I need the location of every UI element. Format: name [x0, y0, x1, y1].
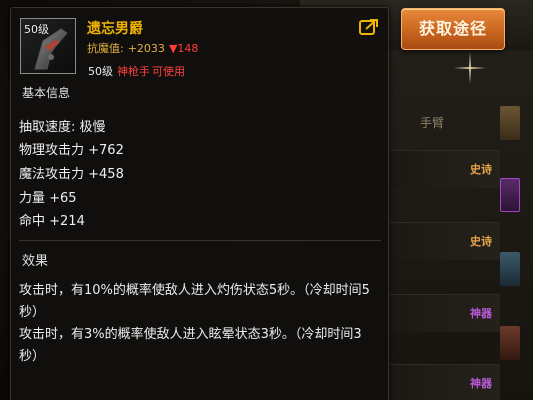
- item-thumbnail[interactable]: [500, 252, 520, 286]
- weapon-icon: 50级: [20, 18, 76, 74]
- sparkle-icon: [452, 50, 488, 86]
- rarity-tag: 史诗: [470, 163, 492, 176]
- item-name: 遗忘男爵: [87, 21, 143, 37]
- effect-description: 攻击时，有3%的概率使敌人进入眩晕状态3秒。（冷却时间3秒）: [19, 327, 362, 364]
- divider: [19, 240, 381, 241]
- stat-line: 魔法攻击力 +458: [19, 167, 124, 182]
- required-level: 50级: [88, 65, 113, 78]
- resist-value: +2033: [127, 42, 165, 55]
- effect-title: 效果: [22, 254, 49, 269]
- stat-line: 抽取速度: 极慢: [19, 120, 106, 135]
- background-list-item[interactable]: 神器: [384, 364, 500, 400]
- effect-description: 攻击时，有10%的概率使敌人进入灼伤状态5秒。（冷却时间5秒）: [19, 283, 370, 320]
- background-list-item[interactable]: 神器: [384, 294, 500, 332]
- required-class: 神枪手: [117, 65, 150, 78]
- item-thumbnail[interactable]: [500, 106, 520, 140]
- game-scene: 手臂 史诗 史诗 神器 神器 获取途径 50级 遗忘男爵 抗魔值: +2033 …: [0, 0, 533, 400]
- resist-value-line: 抗魔值: +2033 ▼148: [87, 40, 198, 56]
- stat-line: 力量 +65: [19, 191, 77, 206]
- resist-decrease: ▼148: [168, 42, 199, 55]
- background-list-item[interactable]: 史诗: [384, 222, 500, 260]
- stat-line: 物理攻击力 +762: [19, 143, 124, 158]
- background-list-item[interactable]: 史诗: [384, 150, 500, 188]
- basic-info-title: 基本信息: [22, 86, 71, 100]
- item-thumbnail[interactable]: [500, 178, 520, 212]
- rarity-tag: 史诗: [470, 235, 492, 248]
- rarity-tag: 神器: [470, 377, 492, 390]
- share-icon[interactable]: [359, 18, 379, 36]
- obtain-method-button[interactable]: 获取途径: [401, 8, 505, 50]
- item-thumbnail[interactable]: [500, 326, 520, 360]
- stat-line: 命中 +214: [19, 214, 85, 229]
- background-slot-header: 手臂: [420, 116, 445, 130]
- usable-status: 可使用: [152, 65, 185, 78]
- rarity-tag: 神器: [470, 307, 492, 320]
- requirement-line: 50级 神枪手 可使用: [88, 63, 185, 79]
- item-tooltip: 50级 遗忘男爵 抗魔值: +2033 ▼148 50级 神枪手 可使用 基本信息 抽取…: [10, 7, 389, 400]
- item-level-badge: 50级: [24, 23, 49, 36]
- resist-label: 抗魔值:: [87, 42, 124, 55]
